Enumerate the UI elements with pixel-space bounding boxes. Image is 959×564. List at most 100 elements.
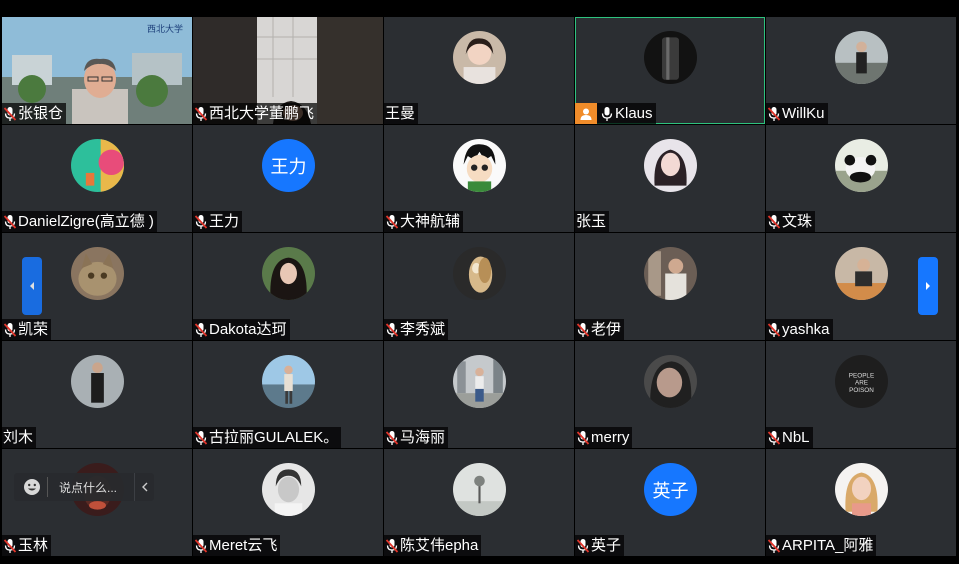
muted-mic-icon [194,322,208,338]
divider [47,477,48,497]
participant-name: 西北大学董鹏飞 [209,105,315,122]
avatar [453,355,506,408]
avatar [644,139,697,192]
participant-name: ARPITA_阿雅 [782,537,874,554]
participant-name-label: 张银仓 [2,103,67,124]
svg-text:ARE: ARE [855,380,868,387]
participant-tile[interactable]: 古拉丽GULALEK。 [193,341,383,448]
participant-name-label: ARPITA_阿雅 [766,535,877,556]
avatar [453,31,506,84]
participant-name-label: Meret云飞 [193,535,281,556]
participant-tile[interactable]: 西北大学董鹏飞 [193,17,383,124]
prev-page-button[interactable] [22,257,42,315]
participant-tile[interactable]: 玉林 [2,449,192,556]
participant-name: DanielZigre(高立德 ) [18,213,154,230]
participant-name-label: Dakota达珂 [193,319,290,340]
avatar [453,247,506,300]
chevron-right-icon [926,282,930,290]
participant-tile[interactable]: DanielZigre(高立德 ) [2,125,192,232]
avatar: PEOPLE ARE POISON [835,355,888,408]
avatar [71,139,124,192]
host-person-icon [575,103,597,124]
participant-name: 刘木 [3,429,34,446]
participant-name-label: 大神航辅 [384,211,464,232]
chat-input-bar[interactable]: 说点什么... [14,473,154,501]
participant-tile[interactable]: merry [575,341,765,448]
avatar: 王力 [262,139,315,192]
participant-name-label: NbL [766,427,813,448]
muted-mic-icon [576,430,590,446]
participant-tile[interactable]: 老伊 [575,233,765,340]
muted-mic-icon [576,322,590,338]
muted-mic-icon [385,538,399,554]
collapse-chat-button[interactable] [134,473,154,501]
participant-tile[interactable]: PEOPLE ARE POISON NbL [766,341,956,448]
participant-tile[interactable]: 陈艾伟epha [384,449,574,556]
muted-mic-icon [194,106,208,122]
avatar [453,463,506,516]
svg-text:西北大学: 西北大学 [147,23,183,35]
chat-input[interactable]: 说点什么... [59,479,134,496]
avatar [71,355,124,408]
next-page-button[interactable] [918,257,938,315]
participant-name-label: 西北大学董鹏飞 [193,103,318,124]
participant-name-label: 马海丽 [384,427,449,448]
participant-tile[interactable]: 王曼 [384,17,574,124]
avatar [835,463,888,516]
participant-tile[interactable]: Dakota达珂 [193,233,383,340]
participant-tile[interactable]: 王力 王力 [193,125,383,232]
mic-icon [600,106,614,122]
participant-name: NbL [782,429,810,446]
avatar [835,247,888,300]
participant-name-label: yashka [766,319,833,340]
participant-name: 陈艾伟epha [400,537,479,554]
participant-name: 老伊 [591,321,622,338]
participant-name: Meret云飞 [209,537,278,554]
participant-name-label: 陈艾伟epha [384,535,482,556]
participant-tile[interactable]: 文珠 [766,125,956,232]
participant-name-label: 凯荣 [2,319,52,340]
avatar [835,139,888,192]
avatar [262,355,315,408]
participant-tile[interactable]: 刘木 [2,341,192,448]
participant-name: 王力 [209,213,240,230]
svg-text:PEOPLE: PEOPLE [849,372,874,379]
avatar [644,31,697,84]
muted-mic-icon [385,322,399,338]
participant-tile[interactable]: ARPITA_阿雅 [766,449,956,556]
muted-mic-icon [3,106,17,122]
avatar [453,139,506,192]
avatar [262,463,315,516]
participant-name: 文珠 [782,213,813,230]
muted-mic-icon [767,322,781,338]
participant-name: Dakota达珂 [209,321,287,338]
participant-tile[interactable]: 大神航辅 [384,125,574,232]
muted-mic-icon [767,538,781,554]
avatar [71,247,124,300]
muted-mic-icon [3,538,17,554]
participant-name: Klaus [615,105,653,122]
participant-tile[interactable]: 西北大学张银仓 [2,17,192,124]
avatar: 英子 [644,463,697,516]
participant-name-label: 张玉 [575,211,610,232]
participant-name: 凯荣 [18,321,49,338]
participant-name-label: 王曼 [384,103,419,124]
muted-mic-icon [3,322,17,338]
participant-tile[interactable]: Meret云飞 [193,449,383,556]
avatar [644,247,697,300]
participant-name-label: 古拉丽GULALEK。 [193,427,342,448]
participant-tile[interactable]: 李秀斌 [384,233,574,340]
muted-mic-icon [576,538,590,554]
participant-name: merry [591,429,630,446]
participant-tile[interactable]: Klaus [575,17,765,124]
participant-name: 王曼 [385,105,416,122]
participant-name: 玉林 [18,537,49,554]
smile-icon[interactable] [23,478,41,496]
participant-tile[interactable]: WillKu [766,17,956,124]
participant-tile[interactable]: 英子 英子 [575,449,765,556]
participant-name: 大神航辅 [400,213,461,230]
participant-tile[interactable]: 马海丽 [384,341,574,448]
participant-tile[interactable]: 张玉 [575,125,765,232]
avatar [835,31,888,84]
participant-name-label: 英子 [575,535,625,556]
